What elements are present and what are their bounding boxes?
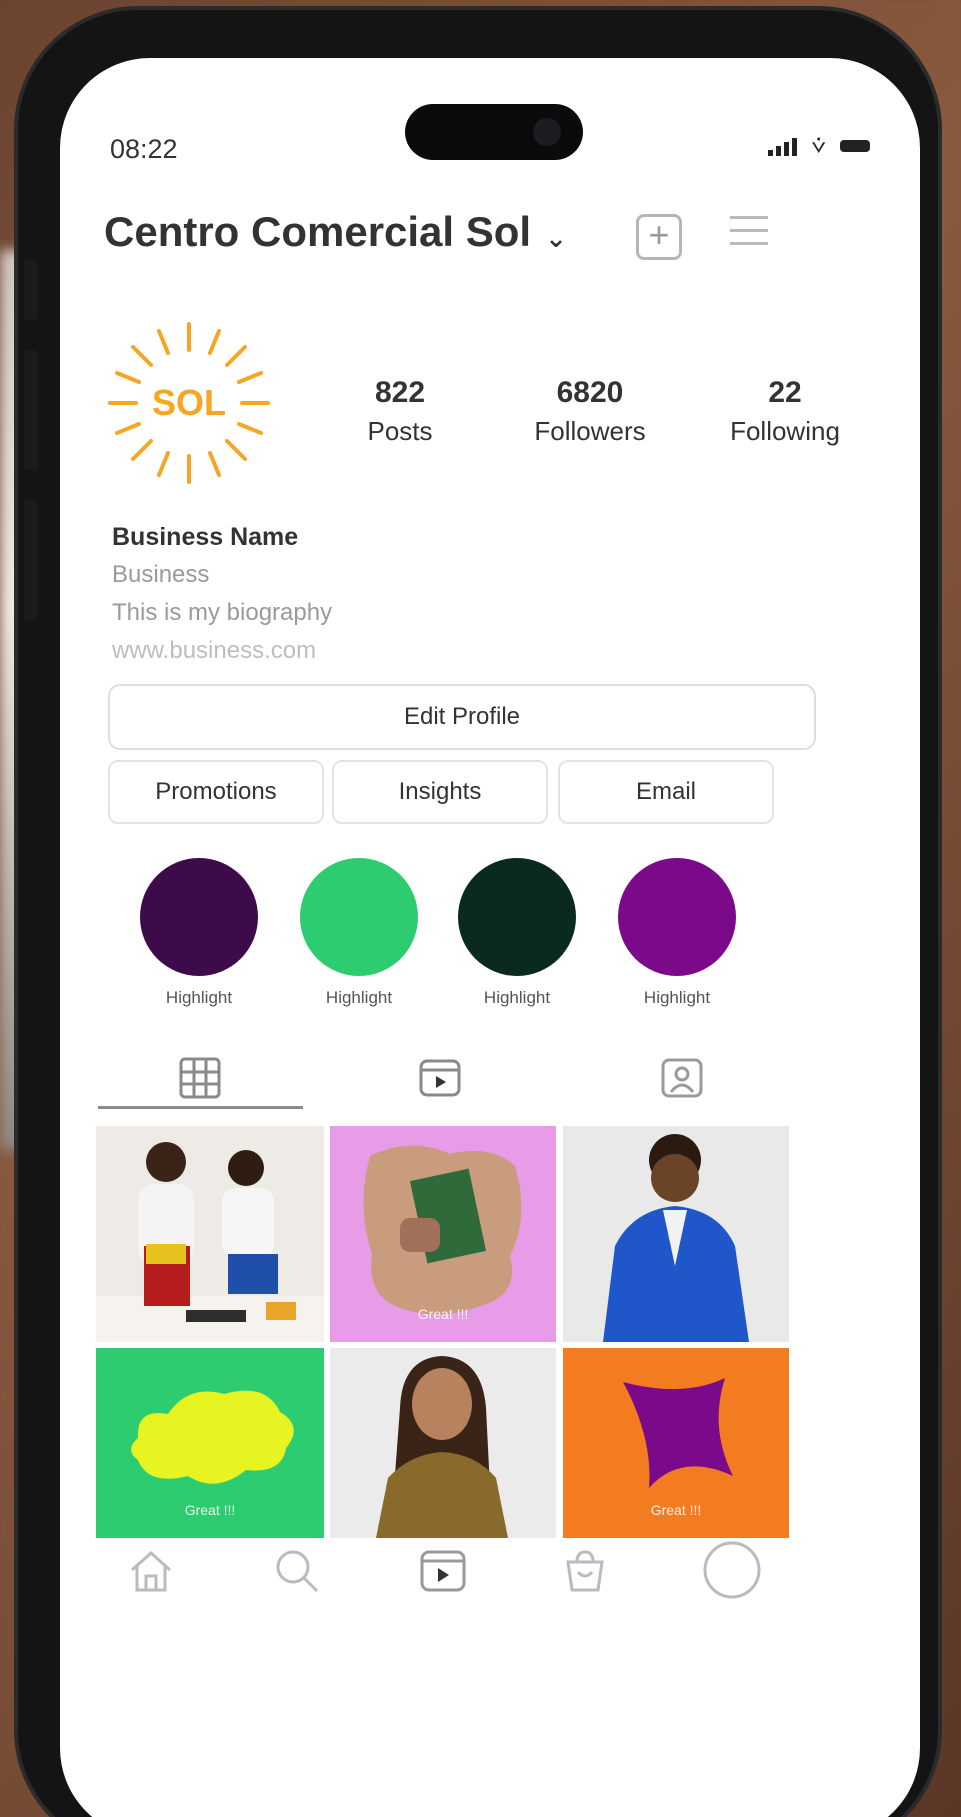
insights-button[interactable]: Insights <box>332 760 548 824</box>
account-switcher[interactable]: Centro Comercial Sol ⌄ <box>104 208 567 256</box>
stat-value: 822 <box>374 376 426 409</box>
highlight-4[interactable]: Highlight <box>612 858 742 1008</box>
post-1[interactable] <box>96 1126 324 1342</box>
bio-section: Business Name Business This is my biogra… <box>112 518 332 670</box>
stat-label: Posts <box>367 416 433 446</box>
highlight-cover <box>300 858 418 976</box>
profile-avatar-sun-logo[interactable]: SOL <box>106 320 272 486</box>
page-title: Centro Comercial Sol <box>104 208 532 255</box>
highlight-cover <box>140 858 258 976</box>
person-photo-icon <box>563 1126 789 1342</box>
menu-button[interactable] <box>730 216 768 255</box>
highlight-label: Highlight <box>643 988 711 1007</box>
logo-text: SOL <box>152 382 226 423</box>
post-5[interactable] <box>330 1348 556 1538</box>
stat-following[interactable]: 22 Following <box>700 376 870 447</box>
post-2[interactable]: Great !!! <box>330 1126 556 1342</box>
highlight-1[interactable]: Highlight <box>134 858 264 1008</box>
stat-value: 22 <box>768 376 802 409</box>
stat-label: Following <box>730 416 840 446</box>
shop-icon[interactable] <box>560 1546 610 1596</box>
highlight-3[interactable]: Highlight <box>452 858 582 1008</box>
post-caption: Great !!! <box>650 1502 702 1518</box>
edit-profile-button[interactable]: Edit Profile <box>108 684 816 750</box>
bio-text: This is my biography <box>112 599 333 626</box>
highlight-cover <box>618 858 736 976</box>
signal-icon <box>768 136 798 156</box>
stat-followers[interactable]: 6820 Followers <box>480 376 700 447</box>
email-button[interactable]: Email <box>558 760 774 824</box>
highlight-label: Highlight <box>165 988 233 1007</box>
active-tab-indicator <box>98 1106 303 1109</box>
business-category: Business <box>112 561 210 588</box>
status-time: 08:22 <box>110 134 178 164</box>
status-icons: ⩒ <box>768 132 870 159</box>
website-link[interactable]: www.business.com <box>112 632 332 670</box>
profile-icon[interactable] <box>702 1540 762 1600</box>
stat-label: Followers <box>534 416 646 446</box>
chevron-down-icon: ⌄ <box>545 222 567 253</box>
highlight-cover <box>458 858 576 976</box>
tagged-tab-icon[interactable] <box>660 1056 704 1100</box>
woman-photo-icon <box>330 1348 556 1538</box>
promotions-button[interactable]: Promotions <box>108 760 324 824</box>
stat-posts[interactable]: 822 Posts <box>320 376 480 447</box>
post-4[interactable]: Great !!! <box>96 1348 324 1538</box>
post-caption: Great !!! <box>417 1306 469 1322</box>
search-icon[interactable] <box>272 1546 322 1596</box>
phone-volume-down <box>24 500 38 620</box>
wifi-icon: ⩒ <box>811 132 826 159</box>
home-icon[interactable] <box>126 1546 176 1596</box>
post-3[interactable] <box>563 1126 789 1342</box>
highlight-2[interactable]: Highlight <box>294 858 424 1008</box>
phone-volume-up <box>24 350 38 470</box>
post-6[interactable]: Great !!! <box>563 1348 789 1538</box>
dynamic-island <box>405 104 583 160</box>
post-caption: Great !!! <box>184 1502 236 1518</box>
app-screen: 08:22 ⩒ Centro Comercial Sol ⌄ + SOL 822… <box>60 58 920 1817</box>
highlight-label: Highlight <box>483 988 551 1007</box>
phone-side-button <box>24 260 38 320</box>
highlight-label: Highlight <box>325 988 393 1007</box>
battery-icon <box>840 140 870 152</box>
business-name: Business Name <box>112 523 299 551</box>
reels-tab-icon[interactable] <box>418 1056 462 1100</box>
reels-nav-icon[interactable] <box>418 1546 468 1596</box>
phone-frame: 08:22 ⩒ Centro Comercial Sol ⌄ + SOL 822… <box>18 10 938 1817</box>
profile-stats: 822 Posts 6820 Followers 22 Following <box>320 376 880 447</box>
grid-tab-icon[interactable] <box>178 1056 222 1100</box>
stat-value: 6820 <box>556 376 624 409</box>
people-photo-icon <box>96 1126 324 1342</box>
add-post-button[interactable]: + <box>636 214 682 260</box>
